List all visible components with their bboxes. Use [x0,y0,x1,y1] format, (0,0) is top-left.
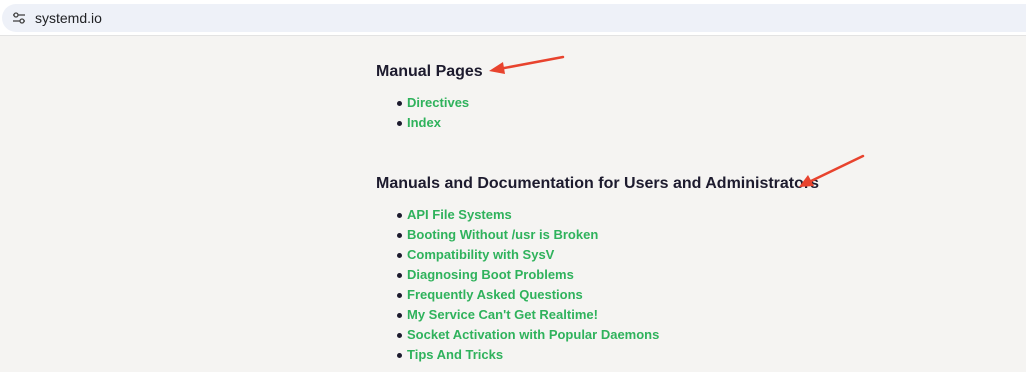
link-booting-without-usr[interactable]: Booting Without /usr is Broken [407,227,598,242]
link-faq[interactable]: Frequently Asked Questions [407,287,583,302]
annotation-arrow-icon [799,154,865,187]
annotation-arrow-icon [489,55,565,74]
link-index[interactable]: Index [407,115,441,130]
link-socket-activation[interactable]: Socket Activation with Popular Daemons [407,327,659,342]
link-api-file-systems[interactable]: API File Systems [407,207,512,222]
list-item: My Service Can't Get Realtime! [376,305,659,325]
list-item: Diagnosing Boot Problems [376,265,659,285]
manuals-documentation-list: API File Systems Booting Without /usr is… [376,205,659,365]
link-realtime[interactable]: My Service Can't Get Realtime! [407,307,598,322]
section-title-manual-pages: Manual Pages [376,63,483,80]
bullet [397,233,402,238]
link-diagnosing-boot[interactable]: Diagnosing Boot Problems [407,267,574,282]
browser-address-bar: systemd.io [0,0,1026,36]
bullet [397,273,402,278]
list-item: Index [376,113,469,133]
list-item: Booting Without /usr is Broken [376,225,659,245]
bullet [397,121,402,126]
bullet [397,353,402,358]
url-text[interactable]: systemd.io [35,10,102,26]
list-item: Compatibility with SysV [376,245,659,265]
bullet [397,313,402,318]
list-item: Socket Activation with Popular Daemons [376,325,659,345]
list-item: Frequently Asked Questions [376,285,659,305]
link-tips-tricks[interactable]: Tips And Tricks [407,347,503,362]
bullet [397,293,402,298]
manual-pages-list: Directives Index [376,93,469,133]
link-directives[interactable]: Directives [407,95,469,110]
section-title-manuals-documentation: Manuals and Documentation for Users and … [376,175,820,192]
bullet [397,101,402,106]
link-compatibility-sysv[interactable]: Compatibility with SysV [407,247,554,262]
bullet [397,253,402,258]
tune-icon[interactable] [12,11,26,25]
bullet [397,333,402,338]
list-item: Directives [376,93,469,113]
url-field[interactable]: systemd.io [2,4,1026,32]
list-item: Tips And Tricks [376,345,659,365]
list-item: API File Systems [376,205,659,225]
bullet [397,213,402,218]
